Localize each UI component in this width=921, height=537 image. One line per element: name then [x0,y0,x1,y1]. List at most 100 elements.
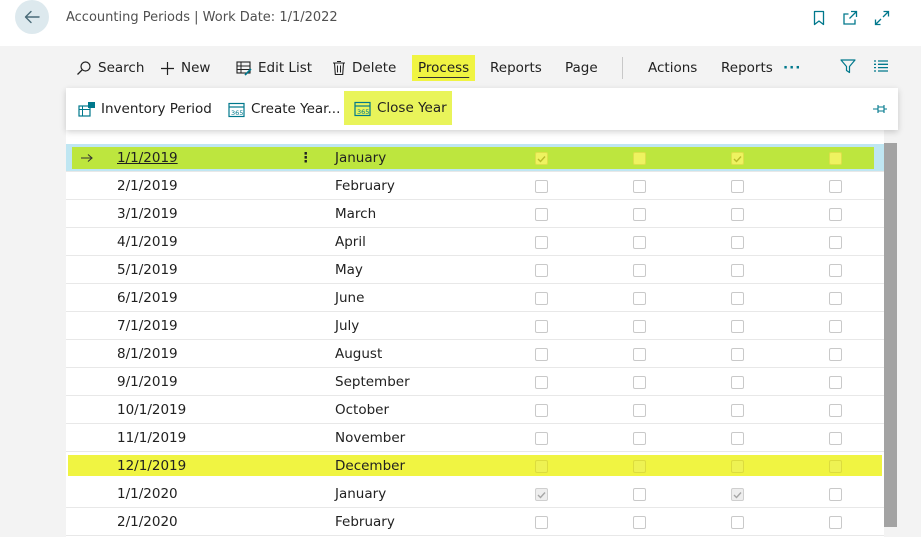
row-checkbox[interactable] [633,348,646,361]
table-row[interactable]: 11/1/2019 November [66,424,884,452]
back-button[interactable] [15,0,49,34]
row-checkbox[interactable] [731,460,744,473]
row-checkbox[interactable] [535,488,548,501]
row-checkbox[interactable] [829,488,842,501]
row-checkbox[interactable] [535,236,548,249]
delete-button[interactable]: Delete [332,50,396,86]
row-checkbox[interactable] [829,152,842,165]
name-cell: April [335,234,366,250]
edit-list-button[interactable]: Edit List [236,50,312,86]
row-checkbox[interactable] [829,460,842,473]
row-checkbox[interactable] [731,208,744,221]
row-checkbox[interactable] [633,516,646,529]
row-checkbox[interactable] [633,432,646,445]
row-checkbox[interactable] [731,376,744,389]
row-checkbox[interactable] [535,152,548,165]
table-row[interactable]: 8/1/2019 August [66,340,884,368]
row-checkbox[interactable] [829,264,842,277]
row-checkbox[interactable] [829,376,842,389]
table-row[interactable]: 9/1/2019 September [66,368,884,396]
row-checkbox[interactable] [535,264,548,277]
row-checkbox[interactable] [633,236,646,249]
row-checkbox[interactable] [633,292,646,305]
row-checkbox[interactable] [731,404,744,417]
reports-tab-2[interactable]: Reports [721,50,773,86]
page-tab[interactable]: Page [565,50,598,86]
table-row[interactable]: 5/1/2019 May [66,256,884,284]
row-checkbox[interactable] [731,348,744,361]
row-checkbox[interactable] [829,348,842,361]
row-checkbox[interactable] [731,488,744,501]
pin-action-bar-button[interactable] [872,101,888,117]
row-checkbox[interactable] [731,432,744,445]
row-checkbox[interactable] [829,236,842,249]
row-checkbox[interactable] [633,376,646,389]
process-tab[interactable]: Process [412,55,476,81]
table-row[interactable]: 1/1/2020 January [66,480,884,508]
row-checkbox[interactable] [535,348,548,361]
row-checkbox[interactable] [731,180,744,193]
page-header: Accounting Periods | Work Date: 1/1/2022 [0,0,921,46]
row-checkbox[interactable] [829,180,842,193]
table-row[interactable]: 7/1/2019 July [66,312,884,340]
table-row[interactable]: 2/1/2019 February [66,172,884,200]
starting-date-cell[interactable]: 1/1/2019 [117,144,178,172]
list-view-button[interactable] [873,50,889,86]
row-checkbox[interactable] [633,320,646,333]
name-cell: July [335,318,360,334]
table-row[interactable]: 12/1/2019 December [66,452,884,480]
row-checkbox[interactable] [633,460,646,473]
table-row[interactable]: 6/1/2019 June [66,284,884,312]
row-checkbox[interactable] [829,516,842,529]
more-options-button[interactable]: ··· [783,50,801,86]
row-checkbox[interactable] [731,516,744,529]
row-checkbox[interactable] [731,152,744,165]
row-checkbox[interactable] [633,404,646,417]
row-checkbox[interactable] [829,208,842,221]
row-checkbox[interactable] [633,264,646,277]
search-button[interactable]: Search [76,50,144,86]
filter-button[interactable] [840,50,856,86]
row-checkbox[interactable] [535,320,548,333]
row-checkbox[interactable] [633,208,646,221]
row-checkbox[interactable] [633,488,646,501]
row-checkbox[interactable] [829,320,842,333]
table-row[interactable]: 2/1/2020 February [66,508,884,536]
row-checkbox[interactable] [829,292,842,305]
row-more-options-icon[interactable]: ⋮ [299,144,313,172]
vertical-scrollbar[interactable] [884,143,897,527]
bookmark-button[interactable] [810,9,828,27]
starting-date-cell: 9/1/2019 [117,374,178,390]
new-button[interactable]: New [160,50,210,86]
close-year-action[interactable]: 365 Close Year [344,91,452,125]
open-in-new-window-button[interactable] [841,9,859,27]
table-row[interactable]: 4/1/2019 April [66,228,884,256]
row-checkbox[interactable] [535,208,548,221]
row-checkbox[interactable] [633,180,646,193]
back-arrow-icon [24,10,40,24]
row-checkbox[interactable] [535,516,548,529]
actions-tab[interactable]: Actions [648,50,697,86]
row-checkbox[interactable] [535,292,548,305]
inventory-period-action[interactable]: Inventory Period [78,88,212,130]
row-checkbox[interactable] [731,292,744,305]
expand-button[interactable] [873,9,891,27]
row-checkbox[interactable] [731,320,744,333]
create-year-action[interactable]: 365 Create Year... [228,88,340,130]
row-checkbox[interactable] [535,460,548,473]
row-checkbox[interactable] [633,152,646,165]
row-checkbox[interactable] [829,432,842,445]
row-checkbox[interactable] [731,264,744,277]
row-checkbox[interactable] [731,236,744,249]
reports-tab[interactable]: Reports [490,50,542,86]
starting-date-cell: 5/1/2019 [117,262,178,278]
row-checkbox[interactable] [535,180,548,193]
table-row[interactable]: ⋮ 1/1/2019 January [66,144,884,172]
table-row[interactable]: 3/1/2019 March [66,200,884,228]
row-checkbox[interactable] [535,376,548,389]
row-checkbox[interactable] [829,404,842,417]
action-bar: Search New Edit List Delete Process Repo… [66,50,921,86]
table-row[interactable]: 10/1/2019 October [66,396,884,424]
row-checkbox[interactable] [535,432,548,445]
row-checkbox[interactable] [535,404,548,417]
